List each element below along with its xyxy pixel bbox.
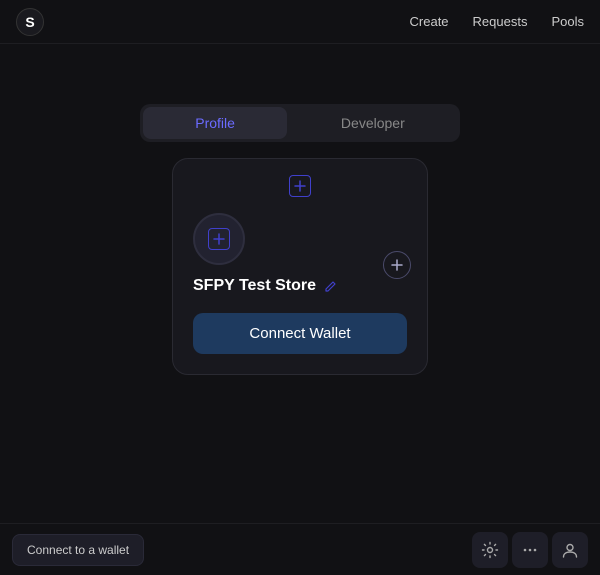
top-nav: S Create Requests Pools bbox=[0, 0, 600, 44]
nav-link-requests[interactable]: Requests bbox=[473, 14, 528, 29]
avatar[interactable] bbox=[193, 213, 245, 265]
pencil-icon bbox=[324, 280, 337, 293]
store-name: SFPY Test Store bbox=[193, 277, 316, 295]
tab-profile[interactable]: Profile bbox=[143, 107, 287, 139]
connect-to-wallet-button[interactable]: Connect to a wallet bbox=[12, 534, 144, 566]
user-icon bbox=[561, 541, 579, 559]
tab-developer[interactable]: Developer bbox=[289, 107, 457, 139]
store-name-row: SFPY Test Store bbox=[193, 277, 407, 295]
add-icon-box[interactable] bbox=[289, 175, 311, 197]
logo-text: S bbox=[25, 14, 34, 30]
bottom-bar: Connect to a wallet bbox=[0, 523, 600, 575]
more-button[interactable] bbox=[512, 532, 548, 568]
nav-link-pools[interactable]: Pools bbox=[551, 14, 584, 29]
nav-link-create[interactable]: Create bbox=[410, 14, 449, 29]
avatar-add-icon bbox=[208, 228, 230, 250]
connect-wallet-button[interactable]: Connect Wallet bbox=[193, 313, 407, 354]
nav-links: Create Requests Pools bbox=[410, 14, 584, 29]
add-button[interactable] bbox=[383, 251, 411, 279]
avatar-plus-icon bbox=[213, 233, 225, 245]
settings-button[interactable] bbox=[472, 532, 508, 568]
settings-icon bbox=[481, 541, 499, 559]
plus-icon bbox=[294, 180, 306, 192]
profile-button[interactable] bbox=[552, 532, 588, 568]
bottom-right-icons bbox=[472, 532, 588, 568]
more-dots-icon bbox=[521, 541, 539, 559]
profile-card: SFPY Test Store Connect Wallet bbox=[172, 158, 428, 375]
plus-circle-icon bbox=[390, 258, 404, 272]
edit-icon[interactable] bbox=[324, 280, 337, 293]
avatar-row bbox=[193, 213, 407, 265]
tabs-container: Profile Developer bbox=[140, 104, 460, 142]
logo[interactable]: S bbox=[16, 8, 44, 36]
top-add-icon-area[interactable] bbox=[289, 175, 311, 197]
main-content: Profile Developer bbox=[0, 44, 600, 375]
